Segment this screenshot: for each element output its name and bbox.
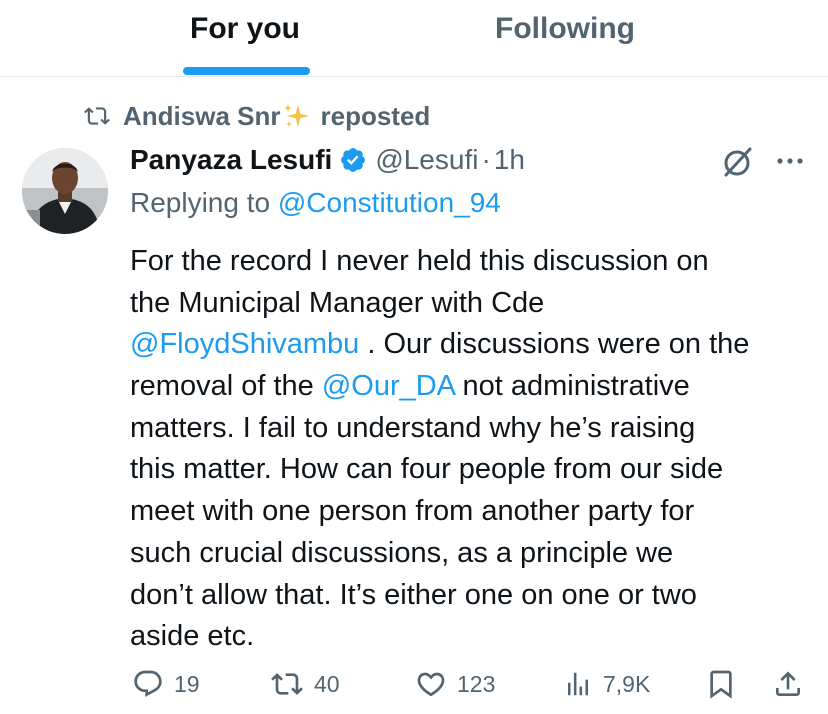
tab-following-label: Following: [495, 12, 635, 45]
share-icon: [776, 671, 800, 696]
bookmark-button[interactable]: [705, 666, 737, 702]
tweet-text-fragment: removal of the: [130, 370, 322, 403]
like-button[interactable]: 123: [415, 666, 495, 702]
analytics-icon: [568, 672, 588, 696]
grok-icon[interactable]: [719, 144, 755, 180]
share-button[interactable]: [772, 666, 804, 702]
reply-to-mention[interactable]: @Constitution_94: [278, 187, 501, 218]
tweet-text-fragment: not administrative: [454, 370, 690, 403]
reposter-name[interactable]: Andiswa Snr: [123, 101, 280, 132]
timeline-page: For you Following Andiswa Snr reposted P…: [0, 0, 828, 714]
repost-icon: [271, 673, 303, 695]
verified-badge-icon: [341, 148, 366, 172]
views-button[interactable]: 7,9K: [563, 666, 650, 702]
tab-for-you-label: For you: [190, 12, 300, 45]
reply-button[interactable]: 19: [132, 666, 200, 702]
tweet-text-line: the Municipal Manager with Cde: [130, 286, 545, 319]
tab-for-you[interactable]: For you: [0, 0, 414, 76]
reply-icon: [134, 670, 162, 697]
repost-count: 40: [314, 670, 340, 697]
active-tab-indicator: [183, 67, 310, 75]
repost-suffix: reposted: [320, 100, 431, 131]
tweet-text-line: @FloydShivambu . Our discussions were on…: [130, 324, 820, 366]
bookmark-icon: [710, 670, 732, 699]
tweet-text-line: this matter. How can four people from ou…: [130, 453, 724, 486]
author-name[interactable]: Panyaza Lesufi: [130, 144, 332, 176]
avatar-image: [22, 148, 108, 234]
tweet-text-line: such crucial discussions, as a principle…: [130, 536, 674, 569]
tweet-text-line: removal of the @Our_DA not administrativ…: [130, 366, 820, 408]
tab-following[interactable]: Following: [414, 0, 828, 76]
tweet-text: For the record I never held this discuss…: [130, 241, 820, 658]
mention-link[interactable]: @FloydShivambu: [130, 328, 359, 360]
mention-link[interactable]: @Our_DA: [322, 370, 455, 402]
tweet-text-line: aside etc.: [130, 620, 255, 653]
replying-to-label: Replying to: [130, 187, 271, 218]
sparkle-icon: [284, 104, 310, 127]
repost-icon: [84, 107, 110, 125]
timeline-tabs: For you Following: [0, 0, 828, 77]
tweet-text-fragment: . Our discussions were on the: [359, 328, 750, 361]
tweet-text-line: meet with one person from another party …: [130, 495, 695, 528]
tweet-text-line: don’t allow that. It’s either one on one…: [130, 578, 697, 611]
avatar[interactable]: [22, 148, 108, 234]
tweet-text-line: For the record I never held this discuss…: [130, 245, 709, 277]
tweet-header: Panyaza Lesufi @Lesufi · 1h: [130, 140, 525, 180]
like-count: 123: [457, 670, 496, 697]
replying-to: Replying to @Constitution_94: [130, 187, 501, 219]
repost-button[interactable]: 40: [270, 666, 340, 702]
more-options-icon[interactable]: [775, 151, 805, 171]
tweet-text-line: matters. I fail to understand why he’s r…: [130, 411, 696, 444]
timestamp[interactable]: 1h: [494, 144, 525, 176]
repost-context: Andiswa Snr reposted: [82, 99, 430, 133]
heart-icon: [417, 672, 445, 697]
separator-dot: ·: [481, 144, 491, 175]
view-count: 7,9K: [603, 670, 651, 697]
author-handle[interactable]: @Lesufi: [375, 144, 478, 176]
reply-count: 19: [174, 670, 200, 697]
